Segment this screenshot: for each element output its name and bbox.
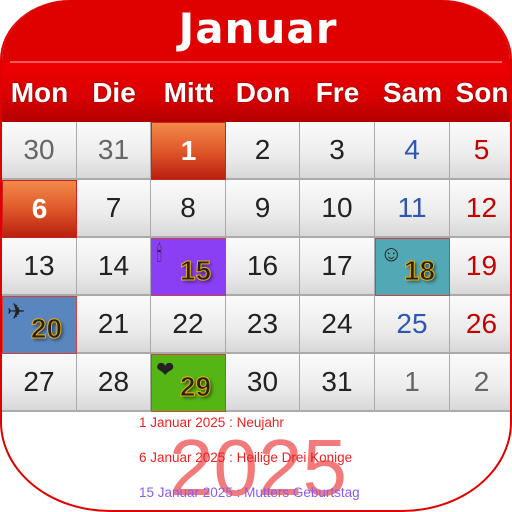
day-cell[interactable]: 5	[450, 122, 510, 180]
day-number: 14	[97, 250, 130, 281]
day-number: 24	[321, 308, 353, 339]
day-cell[interactable]: 7	[77, 180, 151, 238]
day-number: 13	[23, 250, 55, 281]
event-item[interactable]: 15 Januar 2025 : Mutters Geburtstag	[139, 485, 360, 500]
day-number: 8	[180, 192, 196, 223]
weekday-1: Die	[92, 77, 136, 108]
day-cell[interactable]: 8	[151, 180, 226, 238]
day-cell[interactable]: 21	[77, 296, 151, 354]
day-number: 20	[30, 313, 63, 345]
day-number: 30	[246, 366, 279, 397]
heart-ring-icon: ❤	[156, 357, 175, 382]
day-number: 7	[105, 192, 122, 223]
weekday-5: Sam	[382, 77, 443, 108]
smiley-icon: ☺	[380, 241, 403, 266]
day-cell[interactable]: 30	[2, 122, 77, 180]
day-cell[interactable]: 27	[2, 354, 77, 412]
day-cell[interactable]: 11	[375, 180, 450, 238]
day-cell[interactable]: ❤ 29	[151, 354, 226, 412]
day-number: 18	[403, 255, 436, 287]
day-cell[interactable]: 🕯 15	[151, 238, 226, 296]
day-number: 2	[254, 134, 271, 165]
day-cell[interactable]: ☺ 18	[375, 238, 450, 296]
calendar-app: Januar Mon Die Mitt Don Fre Sam Son 30 31 1 2 3 4 5 6…	[0, 0, 512, 512]
day-number: 23	[246, 308, 279, 339]
day-cell[interactable]: 1	[151, 122, 226, 180]
day-cell[interactable]: 6	[2, 180, 77, 238]
day-number: 9	[254, 192, 271, 223]
day-number: 25	[396, 308, 428, 339]
weekday-6: Son	[455, 77, 509, 108]
day-cell[interactable]: 26	[450, 296, 510, 354]
event-item[interactable]: 6 Januar 2025 : Heilige Drei Konige	[139, 450, 352, 465]
day-number: 29	[179, 371, 212, 403]
events-panel: 2025 1 Januar 2025 : Neujahr 6 Januar 202…	[2, 412, 510, 510]
day-number: 1	[404, 366, 420, 397]
day-cell[interactable]: 30	[226, 354, 300, 412]
day-cell[interactable]: 28	[77, 354, 151, 412]
weekday-4: Fre	[315, 77, 360, 108]
calendar-grid: 30 31 1 2 3 4 5 6 7 8 9 10 11 12 13 14 🕯 15 16 17 ☺ 18 19 ✈ 20 21…	[2, 122, 510, 412]
day-cell[interactable]: ✈ 20	[2, 296, 77, 354]
title-bar: Januar	[2, 0, 510, 63]
day-number: 22	[172, 308, 204, 339]
day-number: 30	[23, 134, 55, 165]
weekday-header: Mon Die Mitt Don Fre Sam Son	[2, 63, 510, 122]
day-number: 10	[321, 192, 353, 223]
day-number: 1	[180, 135, 197, 166]
day-number: 15	[179, 255, 212, 287]
birthday-candles-icon: 🕯	[156, 241, 163, 266]
day-number: 21	[97, 308, 130, 339]
day-cell[interactable]: 13	[2, 238, 77, 296]
day-number: 2	[473, 366, 490, 397]
day-number: 3	[329, 134, 345, 165]
day-cell[interactable]: 12	[450, 180, 510, 238]
day-number: 5	[473, 134, 490, 165]
airplane-icon: ✈	[7, 299, 26, 324]
day-cell[interactable]: 14	[77, 238, 151, 296]
day-number: 11	[397, 192, 427, 223]
day-number: 28	[97, 366, 130, 397]
day-cell[interactable]: 24	[300, 296, 375, 354]
day-number: 16	[246, 250, 279, 281]
day-cell[interactable]: 2	[226, 122, 300, 180]
weekday-3: Don	[235, 77, 291, 108]
day-number: 12	[465, 192, 498, 223]
day-number: 27	[23, 366, 55, 397]
day-cell[interactable]: 16	[226, 238, 300, 296]
day-cell[interactable]: 22	[151, 296, 226, 354]
event-item[interactable]: 1 Januar 2025 : Neujahr	[139, 415, 284, 430]
day-cell[interactable]: 19	[450, 238, 510, 296]
day-number: 31	[97, 134, 130, 165]
day-cell[interactable]: 2	[450, 354, 510, 412]
day-cell[interactable]: 31	[300, 354, 375, 412]
day-cell[interactable]: 4	[375, 122, 450, 180]
day-number: 26	[465, 308, 498, 339]
day-cell[interactable]: 25	[375, 296, 450, 354]
day-number: 31	[321, 366, 353, 397]
day-cell[interactable]: 10	[300, 180, 375, 238]
day-cell[interactable]: 23	[226, 296, 300, 354]
day-number: 19	[465, 250, 498, 281]
weekday-2: Mitt	[163, 77, 214, 108]
day-number: 4	[404, 134, 420, 165]
day-number: 6	[31, 193, 48, 224]
day-cell[interactable]: 3	[300, 122, 375, 180]
day-number: 17	[321, 250, 353, 281]
day-cell[interactable]: 31	[77, 122, 151, 180]
day-cell[interactable]: 17	[300, 238, 375, 296]
weekday-0: Mon	[10, 77, 69, 108]
day-cell[interactable]: 1	[375, 354, 450, 412]
day-cell[interactable]: 9	[226, 180, 300, 238]
month-title[interactable]: Januar	[2, 4, 510, 53]
